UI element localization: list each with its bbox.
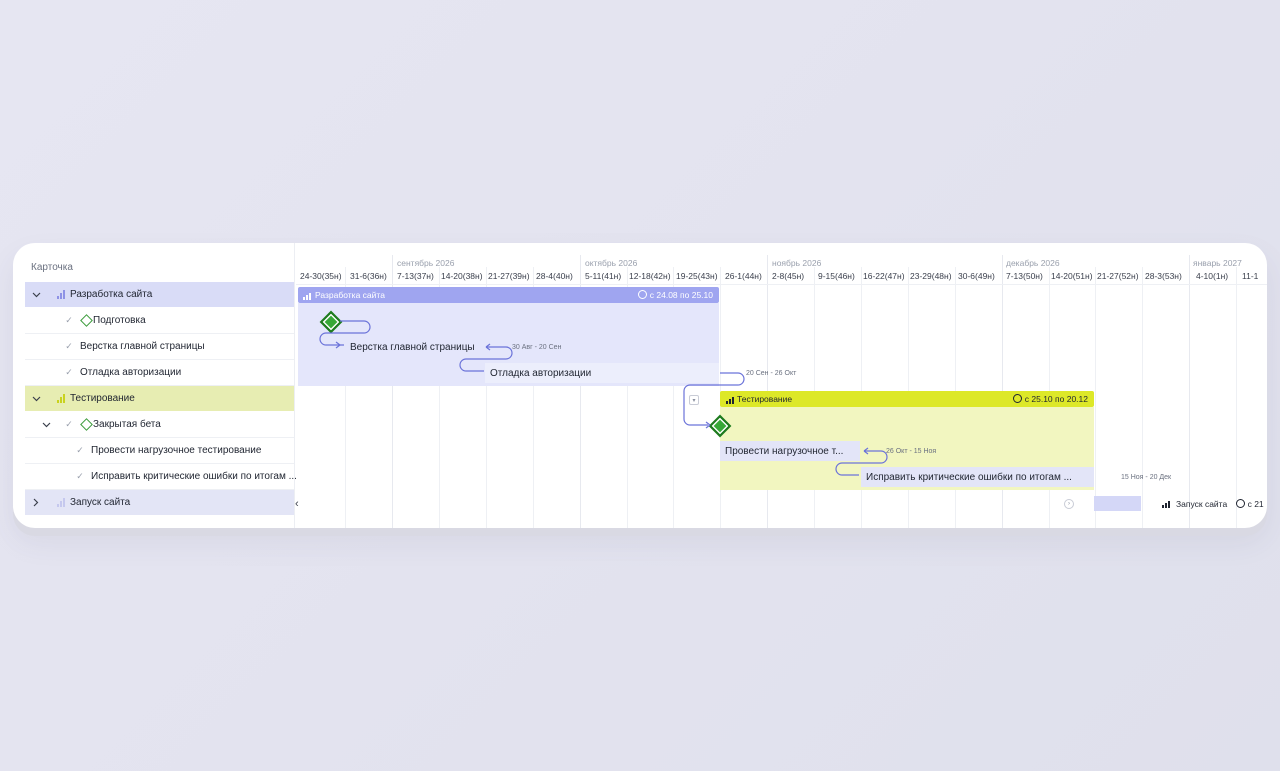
- offscreen-task-label[interactable]: Запуск сайта с 21: [1162, 499, 1264, 509]
- week-label: 2-8(45н): [772, 271, 805, 281]
- task-label: Подготовка: [93, 315, 146, 326]
- week-label: 24-30(35н): [300, 271, 342, 281]
- week-label: 14-20(51н): [1051, 271, 1093, 281]
- week-label: 14-20(38н): [441, 271, 483, 281]
- week-label: 23-29(48н): [910, 271, 952, 281]
- week-label: 21-27(39н): [488, 271, 530, 281]
- group-dates-text: с 24.08 по 25.10: [649, 290, 713, 300]
- week-label: 28-3(53н): [1145, 271, 1182, 281]
- priority-bars-icon: [57, 498, 67, 507]
- check-icon[interactable]: ✓: [64, 341, 74, 352]
- task-dates: 15 Ноя - 20 Дек: [1121, 474, 1172, 481]
- gantt-card: Карточка Разработка сайта ✓ Подготовка ✓…: [13, 243, 1267, 528]
- task-row[interactable]: ✓ Провести нагрузочное тестирование: [25, 438, 294, 464]
- week-label: 7-13(37н): [397, 271, 434, 281]
- group-title: Тестирование: [737, 394, 793, 404]
- chevron-down-icon[interactable]: [41, 420, 51, 430]
- task-label: Провести нагрузочное тестирование: [91, 445, 262, 456]
- milestone-icon: [80, 418, 93, 431]
- month-label: ноябрь 2026: [772, 258, 822, 268]
- week-label: 7-13(50н): [1006, 271, 1043, 281]
- task-row[interactable]: ✓ Верстка главной страницы: [25, 334, 294, 360]
- collapse-toggle-icon[interactable]: ▾: [689, 395, 699, 405]
- week-label: 5-11(41н): [585, 271, 622, 281]
- priority-bars-icon: [303, 291, 313, 300]
- task-row[interactable]: ✓ Исправить критические ошибки по итогам…: [25, 464, 297, 490]
- column-header: Карточка: [31, 262, 73, 273]
- week-label: 9-15(46н): [818, 271, 855, 281]
- chevron-right-icon[interactable]: [31, 498, 41, 508]
- scroll-to-task-icon[interactable]: ›: [1064, 499, 1074, 509]
- task-row[interactable]: ✓ Закрытая бета: [25, 412, 294, 438]
- task-label: Закрытая бета: [93, 419, 161, 430]
- task-row-group[interactable]: Тестирование: [25, 386, 294, 412]
- clock-icon: [1235, 499, 1245, 508]
- week-label: 31-6(36н): [350, 271, 387, 281]
- week-label: 21-27(52н): [1097, 271, 1139, 281]
- task-label: Исправить критические ошибки по итогам .…: [91, 471, 297, 482]
- chevron-down-icon[interactable]: [31, 290, 41, 300]
- clock-icon: [1012, 394, 1022, 403]
- priority-bars-icon: [57, 290, 67, 299]
- milestone-icon: [80, 314, 93, 327]
- gantt-timeline: сентябрь 2026 октябрь 2026 ноябрь 2026 д…: [296, 243, 1267, 528]
- group-dates: с 21: [1235, 499, 1264, 509]
- task-bar[interactable]: Провести нагрузочное т...: [720, 441, 860, 461]
- check-icon[interactable]: ✓: [64, 419, 74, 430]
- check-icon[interactable]: ✓: [75, 471, 85, 482]
- month-label: сентябрь 2026: [397, 258, 455, 268]
- month-label: январь 2027: [1193, 258, 1242, 268]
- clock-icon: [637, 290, 647, 299]
- week-label: 19-25(43н): [676, 271, 718, 281]
- week-label: 12-18(42н): [629, 271, 671, 281]
- week-label: 26-1(44н): [725, 271, 762, 281]
- task-label: Разработка сайта: [70, 289, 153, 300]
- month-label: декабрь 2026: [1006, 258, 1060, 268]
- group-dates: с 25.10 по 20.12: [1012, 394, 1088, 404]
- week-label: 28-4(40н): [536, 271, 573, 281]
- check-icon[interactable]: ✓: [64, 367, 74, 378]
- group-bar[interactable]: Разработка сайта с 24.08 по 25.10: [298, 287, 719, 303]
- task-dates: 26 Окт - 15 Ноя: [886, 448, 937, 455]
- task-label: Верстка главной страницы: [80, 341, 205, 352]
- task-label: Тестирование: [70, 393, 135, 404]
- check-icon[interactable]: ✓: [64, 315, 74, 326]
- week-divider: [1142, 267, 1143, 528]
- week-divider: [1236, 267, 1237, 528]
- group-dates: с 24.08 по 25.10: [637, 290, 713, 300]
- check-icon[interactable]: ✓: [75, 445, 85, 456]
- task-dates: 20 Сен - 26 Окт: [746, 370, 797, 377]
- header-divider: [296, 284, 1267, 285]
- group-dates-text: с 21: [1247, 499, 1264, 509]
- task-bar[interactable]: Исправить критические ошибки по итогам .…: [861, 467, 1094, 487]
- priority-bars-icon: [726, 395, 736, 404]
- group-bar[interactable]: Тестирование с 25.10 по 20.12: [720, 391, 1094, 407]
- task-row-group[interactable]: Разработка сайта: [25, 282, 294, 308]
- group-bar-collapsed[interactable]: [1094, 496, 1141, 511]
- task-dates: 30 Авг - 20 Сен: [512, 344, 562, 351]
- week-label: 16-22(47н): [863, 271, 905, 281]
- priority-bars-icon: [57, 394, 67, 403]
- task-row[interactable]: ✓ Отладка авторизации: [25, 360, 294, 386]
- task-list-panel: Карточка Разработка сайта ✓ Подготовка ✓…: [13, 243, 297, 528]
- task-bar[interactable]: Отладка авторизации: [485, 363, 719, 383]
- month-divider: [1189, 255, 1190, 528]
- task-label: Отладка авторизации: [80, 367, 182, 378]
- panel-divider[interactable]: [294, 243, 295, 528]
- chevron-down-icon[interactable]: [31, 394, 41, 404]
- priority-bars-icon: [1162, 499, 1172, 508]
- week-label: 11-1: [1242, 271, 1259, 281]
- group-dates-text: с 25.10 по 20.12: [1024, 394, 1088, 404]
- group-title: Запуск сайта: [1176, 499, 1228, 509]
- week-label: 4-10(1н): [1196, 271, 1229, 281]
- week-label: 30-6(49н): [958, 271, 995, 281]
- task-bar[interactable]: Верстка главной страницы: [350, 337, 475, 357]
- task-row[interactable]: ✓ Подготовка: [25, 308, 294, 334]
- task-label: Запуск сайта: [70, 497, 131, 508]
- task-row-group[interactable]: Запуск сайта: [25, 490, 294, 516]
- week-divider: [1095, 267, 1096, 528]
- month-label: октябрь 2026: [585, 258, 638, 268]
- group-title: Разработка сайта: [315, 290, 385, 300]
